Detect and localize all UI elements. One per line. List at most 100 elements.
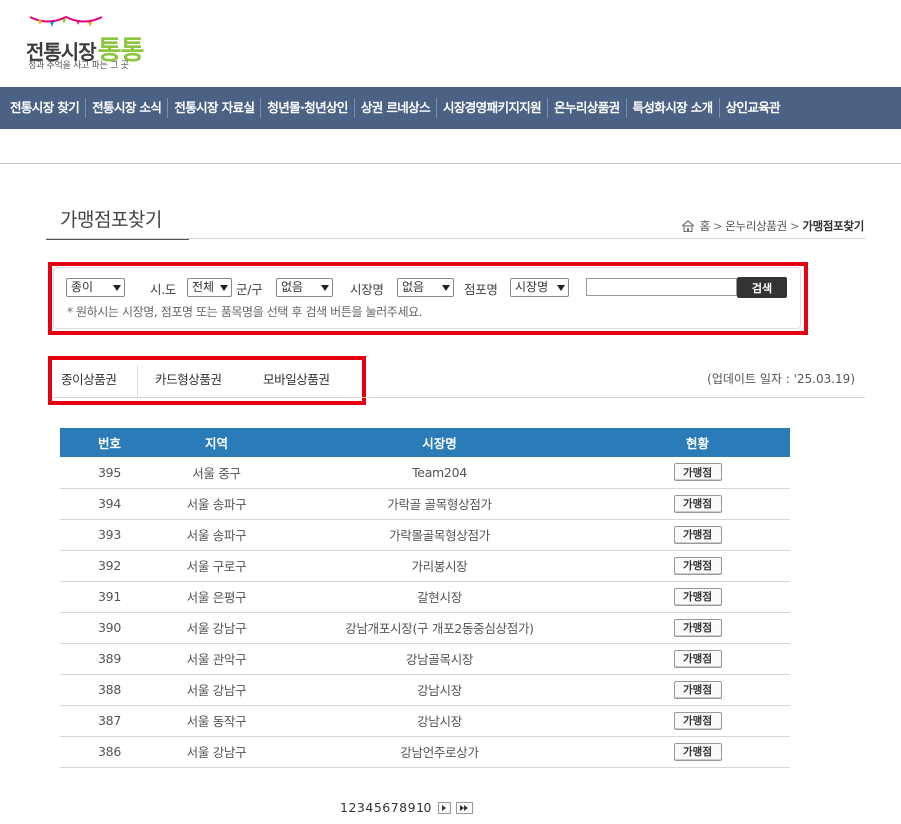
page-title: 가맹점포찾기: [46, 205, 189, 240]
page-link-9[interactable]: 9: [408, 800, 416, 815]
page-link-8[interactable]: 8: [399, 800, 407, 815]
market-label: 시장명: [350, 282, 384, 297]
tab-paper-voucher[interactable]: 종이상품권: [61, 369, 117, 388]
chevron-down-icon: [442, 284, 450, 291]
cell-market-name: 갈현시장: [274, 581, 605, 613]
header-no: 번호: [60, 428, 159, 457]
nav-item-management-package[interactable]: 시장경영패키지지원: [437, 98, 549, 118]
cell-market-name: Team204: [274, 457, 605, 489]
cell-status: 가맹점: [605, 674, 790, 706]
cell-no: 388: [60, 674, 159, 706]
tab-mobile-voucher[interactable]: 모바일상품권: [263, 369, 330, 388]
header-region: 지역: [159, 428, 274, 457]
page-link-10[interactable]: 10: [416, 800, 431, 815]
search-field-select[interactable]: 시장명: [510, 278, 569, 297]
breadcrumb-home[interactable]: 홈: [700, 218, 711, 234]
table-row: 386 서울 강남구 강남언주로상가 가맹점: [60, 736, 790, 768]
page-link-7[interactable]: 7: [391, 800, 399, 815]
gungu-value: 없음: [281, 280, 304, 294]
title-divider: [46, 238, 865, 239]
cell-status: 가맹점: [605, 581, 790, 613]
cell-region: 서울 중구: [159, 457, 274, 489]
home-icon[interactable]: [681, 220, 695, 232]
table-row: 388 서울 강남구 강남시장 가맹점: [60, 674, 790, 706]
store-list-button[interactable]: 가맹점: [673, 556, 722, 575]
main-nav: 전통시장 찾기 전통시장 소식 전통시장 자료실 청년몰·청년상인 상권 르네상…: [0, 87, 901, 129]
gungu-select[interactable]: 없음: [276, 278, 333, 297]
cell-status: 가맹점: [605, 457, 790, 489]
cell-region: 서울 송파구: [159, 488, 274, 520]
store-list-button[interactable]: 가맹점: [673, 618, 722, 637]
page-link-4[interactable]: 4: [365, 800, 373, 815]
search-button[interactable]: 검색: [737, 277, 787, 298]
chevron-down-icon: [220, 284, 228, 291]
chevron-down-icon: [557, 284, 565, 291]
chevron-down-icon: [321, 284, 329, 291]
pagination: 1 2 3 4 5 6 7 8 9 10: [340, 800, 473, 815]
cell-market-name: 강남골목시장: [274, 643, 605, 675]
store-list-button[interactable]: 가맹점: [673, 525, 722, 544]
store-list-button[interactable]: 가맹점: [673, 742, 722, 761]
nav-item-market-news[interactable]: 전통시장 소식: [86, 98, 169, 118]
nav-item-onnuri-voucher[interactable]: 온누리상품권: [548, 98, 627, 118]
store-list-button[interactable]: 가맹점: [673, 649, 722, 668]
voucher-type-select[interactable]: 종이: [66, 278, 125, 297]
cell-region: 서울 구로구: [159, 550, 274, 582]
nav-item-market-archive[interactable]: 전통시장 자료실: [168, 98, 262, 118]
cell-market-name: 강남시장: [274, 674, 605, 706]
page-link-6[interactable]: 6: [382, 800, 390, 815]
double-chevron-right-icon: [464, 804, 469, 811]
nav-item-renaissance[interactable]: 상권 르네상스: [355, 98, 437, 118]
nav-item-youth-mall[interactable]: 청년몰·청년상인: [261, 98, 355, 118]
cell-status: 가맹점: [605, 488, 790, 520]
store-list-button[interactable]: 가맹점: [673, 711, 722, 730]
page-link-5[interactable]: 5: [374, 800, 382, 815]
cell-no: 391: [60, 581, 159, 613]
cell-region: 서울 강남구: [159, 736, 274, 768]
cell-market-name: 강남언주로상가: [274, 736, 605, 768]
nav-item-market-search[interactable]: 전통시장 찾기: [4, 98, 87, 118]
cell-market-name: 가리봉시장: [274, 550, 605, 582]
page-link-3[interactable]: 3: [357, 800, 365, 815]
page-link-1[interactable]: 1: [340, 800, 348, 815]
cell-region: 서울 강남구: [159, 612, 274, 644]
store-list-button[interactable]: 가맹점: [673, 463, 722, 482]
gungu-label: 군/구: [236, 282, 263, 297]
cell-status: 가맹점: [605, 612, 790, 644]
cell-market-name: 강남개포시장(구 개포2동중심상점가): [274, 612, 605, 644]
nav-item-merchant-education[interactable]: 상인교육관: [720, 98, 787, 118]
chevron-down-icon: [113, 284, 121, 291]
logo-tagline: 정과 추억을 사고 파는 그 곳: [28, 61, 129, 71]
cell-no: 387: [60, 705, 159, 737]
tab-card-voucher[interactable]: 카드형상품권: [155, 369, 222, 388]
market-select[interactable]: 없음: [397, 278, 454, 297]
last-page-button[interactable]: [455, 801, 473, 814]
tab-separator: [137, 365, 138, 397]
site-logo[interactable]: 전통시장통통 정과 추억을 사고 파는 그 곳: [22, 10, 172, 72]
table-row: 394 서울 송파구 가락골 골목형상점가 가맹점: [60, 488, 790, 520]
cell-region: 서울 관악구: [159, 643, 274, 675]
table-row: 393 서울 송파구 가락몰골목형상점가 가맹점: [60, 519, 790, 551]
cell-region: 서울 송파구: [159, 519, 274, 551]
search-keyword-input[interactable]: [586, 278, 737, 296]
search-hint: * 원하시는 시장명, 점포명 또는 품목명을 선택 후 검색 버튼을 눌러주세…: [67, 305, 423, 319]
next-page-button[interactable]: [437, 801, 451, 814]
sido-select[interactable]: 전체: [187, 278, 232, 297]
cell-market-name: 강남시장: [274, 705, 605, 737]
cell-status: 가맹점: [605, 736, 790, 768]
store-list-button[interactable]: 가맹점: [673, 494, 722, 513]
sido-label: 시.도: [150, 282, 177, 297]
cell-no: 389: [60, 643, 159, 675]
breadcrumb: 홈 > 온누리상품권 > 가맹점포찾기: [681, 218, 864, 234]
header-status: 현황: [605, 428, 790, 457]
nav-item-special-market[interactable]: 특성화시장 소개: [627, 98, 720, 118]
table-row: 389 서울 관악구 강남골목시장 가맹점: [60, 643, 790, 675]
cell-status: 가맹점: [605, 643, 790, 675]
breadcrumb-level1[interactable]: 온누리상품권: [725, 218, 787, 234]
update-date: (업데이트 일자 : '25.03.19): [707, 372, 855, 386]
table-header-row: 번호 지역 시장명 현황: [60, 428, 790, 457]
cell-no: 386: [60, 736, 159, 768]
store-list-button[interactable]: 가맹점: [673, 680, 722, 699]
store-list-button[interactable]: 가맹점: [673, 587, 722, 606]
page-link-2[interactable]: 2: [348, 800, 356, 815]
